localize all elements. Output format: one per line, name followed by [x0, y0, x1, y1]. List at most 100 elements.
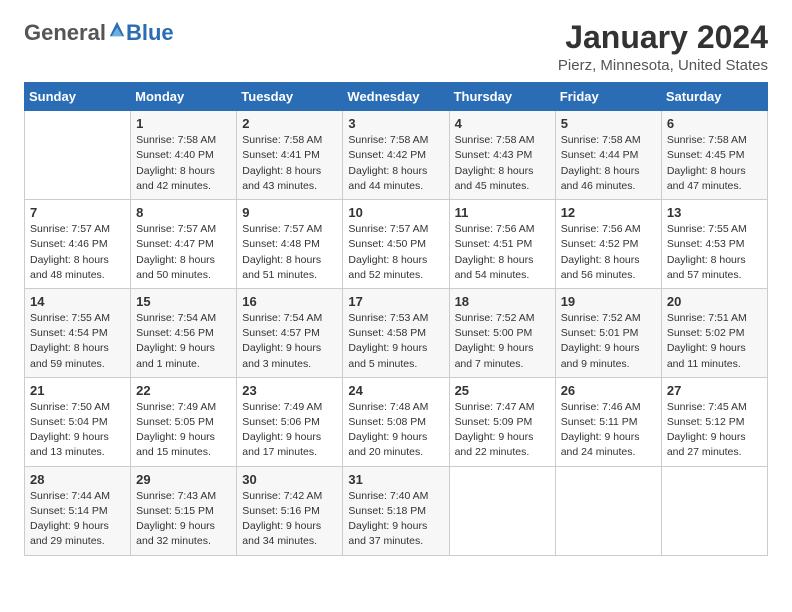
calendar-cell: 7 Sunrise: 7:57 AM Sunset: 4:46 PM Daylig… — [25, 200, 131, 289]
day-header-friday: Friday — [555, 83, 661, 111]
logo-blue: Blue — [126, 20, 174, 45]
cell-content: Sunrise: 7:58 AM Sunset: 4:45 PM Dayligh… — [667, 133, 762, 194]
day-number: 8 — [136, 205, 231, 220]
calendar-cell: 15 Sunrise: 7:54 AM Sunset: 4:56 PM Dayli… — [131, 288, 237, 377]
calendar-cell: 12 Sunrise: 7:56 AM Sunset: 4:52 PM Dayli… — [555, 200, 661, 289]
day-number: 23 — [242, 383, 337, 398]
calendar-cell: 21Sunrise: 7:50 AM Sunset: 5:04 PM Dayli… — [25, 377, 131, 466]
cell-content: Sunrise: 7:49 AM Sunset: 5:05 PM Dayligh… — [136, 400, 231, 461]
title-block: January 2024 Pierz, Minnesota, United St… — [558, 20, 768, 74]
cell-content: Sunrise: 7:58 AM Sunset: 4:41 PM Dayligh… — [242, 133, 337, 194]
cell-content: Sunrise: 7:48 AM Sunset: 5:08 PM Dayligh… — [348, 400, 443, 461]
day-number: 1 — [136, 116, 231, 131]
calendar-cell — [449, 466, 555, 555]
calendar-week-row: 1 Sunrise: 7:58 AM Sunset: 4:40 PM Daylig… — [25, 111, 768, 200]
calendar-cell: 1 Sunrise: 7:58 AM Sunset: 4:40 PM Daylig… — [131, 111, 237, 200]
calendar-cell: 17 Sunrise: 7:53 AM Sunset: 4:58 PM Dayli… — [343, 288, 449, 377]
day-header-thursday: Thursday — [449, 83, 555, 111]
cell-content: Sunrise: 7:56 AM Sunset: 4:51 PM Dayligh… — [455, 222, 550, 283]
calendar-cell: 31Sunrise: 7:40 AM Sunset: 5:18 PM Dayli… — [343, 466, 449, 555]
day-header-sunday: Sunday — [25, 83, 131, 111]
day-number: 27 — [667, 383, 762, 398]
calendar-week-row: 14Sunrise: 7:55 AM Sunset: 4:54 PM Dayli… — [25, 288, 768, 377]
logo-general: General — [24, 20, 106, 45]
day-number: 5 — [561, 116, 656, 131]
day-number: 20 — [667, 294, 762, 309]
cell-content: Sunrise: 7:46 AM Sunset: 5:11 PM Dayligh… — [561, 400, 656, 461]
cell-content: Sunrise: 7:58 AM Sunset: 4:40 PM Dayligh… — [136, 133, 231, 194]
cell-content: Sunrise: 7:49 AM Sunset: 5:06 PM Dayligh… — [242, 400, 337, 461]
cell-content: Sunrise: 7:54 AM Sunset: 4:56 PM Dayligh… — [136, 311, 231, 372]
logo-icon — [108, 20, 126, 38]
day-number: 26 — [561, 383, 656, 398]
day-number: 7 — [30, 205, 125, 220]
day-number: 12 — [561, 205, 656, 220]
calendar-cell: 16Sunrise: 7:54 AM Sunset: 4:57 PM Dayli… — [237, 288, 343, 377]
calendar-cell: 23 Sunrise: 7:49 AM Sunset: 5:06 PM Dayli… — [237, 377, 343, 466]
calendar-cell: 6Sunrise: 7:58 AM Sunset: 4:45 PM Daylig… — [661, 111, 767, 200]
cell-content: Sunrise: 7:58 AM Sunset: 4:44 PM Dayligh… — [561, 133, 656, 194]
calendar-cell: 4Sunrise: 7:58 AM Sunset: 4:43 PM Daylig… — [449, 111, 555, 200]
page-header: General Blue January 2024 Pierz, Minneso… — [24, 20, 768, 74]
calendar-cell: 9 Sunrise: 7:57 AM Sunset: 4:48 PM Daylig… — [237, 200, 343, 289]
day-number: 3 — [348, 116, 443, 131]
cell-content: Sunrise: 7:56 AM Sunset: 4:52 PM Dayligh… — [561, 222, 656, 283]
cell-content: Sunrise: 7:57 AM Sunset: 4:48 PM Dayligh… — [242, 222, 337, 283]
calendar-cell: 26 Sunrise: 7:46 AM Sunset: 5:11 PM Dayli… — [555, 377, 661, 466]
cell-content: Sunrise: 7:55 AM Sunset: 4:53 PM Dayligh… — [667, 222, 762, 283]
day-number: 18 — [455, 294, 550, 309]
day-number: 19 — [561, 294, 656, 309]
calendar-cell — [555, 466, 661, 555]
calendar-cell — [661, 466, 767, 555]
calendar-week-row: 7 Sunrise: 7:57 AM Sunset: 4:46 PM Daylig… — [25, 200, 768, 289]
calendar-cell: 29Sunrise: 7:43 AM Sunset: 5:15 PM Dayli… — [131, 466, 237, 555]
day-number: 22 — [136, 383, 231, 398]
day-number: 25 — [455, 383, 550, 398]
cell-content: Sunrise: 7:58 AM Sunset: 4:43 PM Dayligh… — [455, 133, 550, 194]
calendar-cell: 11 Sunrise: 7:56 AM Sunset: 4:51 PM Dayli… — [449, 200, 555, 289]
calendar-cell: 28Sunrise: 7:44 AM Sunset: 5:14 PM Dayli… — [25, 466, 131, 555]
day-number: 9 — [242, 205, 337, 220]
calendar-cell: 30 Sunrise: 7:42 AM Sunset: 5:16 PM Dayli… — [237, 466, 343, 555]
day-number: 10 — [348, 205, 443, 220]
cell-content: Sunrise: 7:42 AM Sunset: 5:16 PM Dayligh… — [242, 489, 337, 550]
cell-content: Sunrise: 7:40 AM Sunset: 5:18 PM Dayligh… — [348, 489, 443, 550]
calendar-cell: 25 Sunrise: 7:47 AM Sunset: 5:09 PM Dayli… — [449, 377, 555, 466]
calendar-cell: 8Sunrise: 7:57 AM Sunset: 4:47 PM Daylig… — [131, 200, 237, 289]
calendar-cell: 19Sunrise: 7:52 AM Sunset: 5:01 PM Dayli… — [555, 288, 661, 377]
cell-content: Sunrise: 7:57 AM Sunset: 4:46 PM Dayligh… — [30, 222, 125, 283]
day-header-tuesday: Tuesday — [237, 83, 343, 111]
calendar-cell: 27 Sunrise: 7:45 AM Sunset: 5:12 PM Dayli… — [661, 377, 767, 466]
cell-content: Sunrise: 7:52 AM Sunset: 5:00 PM Dayligh… — [455, 311, 550, 372]
calendar-cell: 10 Sunrise: 7:57 AM Sunset: 4:50 PM Dayli… — [343, 200, 449, 289]
calendar-header-row: SundayMondayTuesdayWednesdayThursdayFrid… — [25, 83, 768, 111]
cell-content: Sunrise: 7:44 AM Sunset: 5:14 PM Dayligh… — [30, 489, 125, 550]
day-header-saturday: Saturday — [661, 83, 767, 111]
cell-content: Sunrise: 7:43 AM Sunset: 5:15 PM Dayligh… — [136, 489, 231, 550]
day-number: 13 — [667, 205, 762, 220]
day-header-wednesday: Wednesday — [343, 83, 449, 111]
calendar-cell: 24 Sunrise: 7:48 AM Sunset: 5:08 PM Dayli… — [343, 377, 449, 466]
day-number: 15 — [136, 294, 231, 309]
calendar-cell: 18 Sunrise: 7:52 AM Sunset: 5:00 PM Dayli… — [449, 288, 555, 377]
day-number: 2 — [242, 116, 337, 131]
cell-content: Sunrise: 7:57 AM Sunset: 4:50 PM Dayligh… — [348, 222, 443, 283]
cell-content: Sunrise: 7:51 AM Sunset: 5:02 PM Dayligh… — [667, 311, 762, 372]
cell-content: Sunrise: 7:53 AM Sunset: 4:58 PM Dayligh… — [348, 311, 443, 372]
cell-content: Sunrise: 7:47 AM Sunset: 5:09 PM Dayligh… — [455, 400, 550, 461]
calendar-cell — [25, 111, 131, 200]
day-number: 30 — [242, 472, 337, 487]
cell-content: Sunrise: 7:45 AM Sunset: 5:12 PM Dayligh… — [667, 400, 762, 461]
calendar-cell: 14Sunrise: 7:55 AM Sunset: 4:54 PM Dayli… — [25, 288, 131, 377]
day-number: 17 — [348, 294, 443, 309]
calendar-cell: 5 Sunrise: 7:58 AM Sunset: 4:44 PM Daylig… — [555, 111, 661, 200]
cell-content: Sunrise: 7:54 AM Sunset: 4:57 PM Dayligh… — [242, 311, 337, 372]
day-number: 21 — [30, 383, 125, 398]
cell-content: Sunrise: 7:58 AM Sunset: 4:42 PM Dayligh… — [348, 133, 443, 194]
day-number: 24 — [348, 383, 443, 398]
calendar-cell: 22 Sunrise: 7:49 AM Sunset: 5:05 PM Dayli… — [131, 377, 237, 466]
cell-content: Sunrise: 7:55 AM Sunset: 4:54 PM Dayligh… — [30, 311, 125, 372]
day-number: 11 — [455, 205, 550, 220]
calendar-week-row: 21Sunrise: 7:50 AM Sunset: 5:04 PM Dayli… — [25, 377, 768, 466]
location-title: Pierz, Minnesota, United States — [558, 57, 768, 74]
